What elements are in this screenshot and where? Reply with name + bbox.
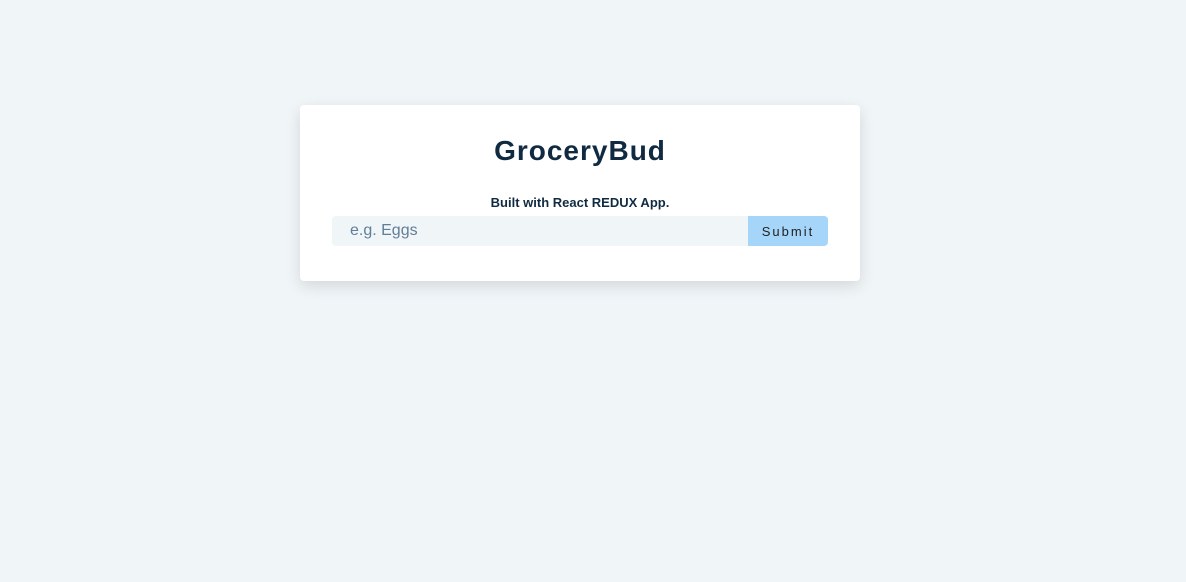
app-title: GroceryBud — [494, 135, 666, 166]
grocery-form: Submit — [332, 216, 828, 246]
grocery-card: GroceryBud Built with React REDUX App. S… — [300, 105, 860, 281]
submit-button[interactable]: Submit — [748, 216, 828, 246]
app-subtitle: Built with React REDUX App. — [490, 195, 670, 210]
grocery-input[interactable] — [332, 216, 748, 246]
